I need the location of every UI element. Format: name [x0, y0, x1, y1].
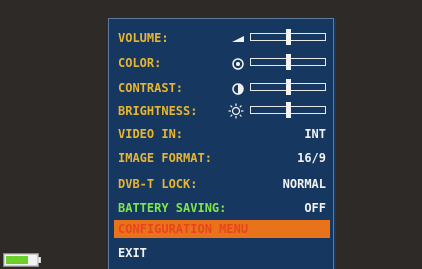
dvbt-lock-label: DVB-T LOCK: [118, 177, 198, 191]
menu-item-configuration[interactable]: CONFIGURATION MENU [114, 220, 330, 238]
volume-label: VOLUME: [118, 31, 169, 45]
battery-saving-label: BATTERY SAVING: [118, 201, 227, 215]
image-format-value: 16/9 [297, 151, 326, 165]
battery-icon [4, 254, 41, 266]
menu-item-brightness[interactable]: BRIGHTNESS: [118, 101, 330, 121]
brightness-label: BRIGHTNESS: [118, 104, 198, 118]
menu-item-video-in[interactable]: VIDEO IN: INT [118, 124, 330, 144]
battery-saving-value: OFF [304, 201, 326, 215]
menu-item-color[interactable]: COLOR: [118, 53, 330, 73]
color-circle-icon [232, 58, 244, 70]
contrast-slider-knob[interactable] [286, 79, 291, 95]
battery-level-fill [6, 256, 28, 264]
battery-chevrons-icon [8, 263, 24, 264]
battery-terminal [38, 257, 41, 263]
sun-icon [228, 103, 244, 119]
color-slider-knob[interactable] [286, 54, 291, 70]
brightness-slider[interactable] [250, 102, 326, 118]
contrast-circle-icon [232, 83, 244, 95]
video-in-value: INT [304, 127, 326, 141]
dvbt-lock-value: NORMAL [282, 177, 326, 191]
menu-item-contrast[interactable]: CONTRAST: [118, 78, 330, 98]
menu-item-battery-saving[interactable]: BATTERY SAVING: OFF [118, 198, 330, 218]
menu-item-image-format[interactable]: IMAGE FORMAT: 16/9 [118, 148, 330, 168]
image-format-label: IMAGE FORMAT: [118, 151, 212, 165]
exit-label: EXIT [118, 246, 147, 260]
menu-item-dvbt-lock[interactable]: DVB-T LOCK: NORMAL [118, 174, 330, 194]
color-label: COLOR: [118, 56, 162, 70]
menu-item-volume[interactable]: VOLUME: [118, 28, 330, 48]
menu-item-exit[interactable]: EXIT [118, 243, 330, 263]
speaker-ramp-icon [232, 36, 244, 42]
volume-slider[interactable] [250, 29, 326, 45]
contrast-slider[interactable] [250, 79, 326, 95]
video-in-label: VIDEO IN: [118, 127, 184, 141]
color-slider[interactable] [250, 54, 326, 70]
contrast-label: CONTRAST: [118, 81, 184, 95]
volume-slider-knob[interactable] [286, 29, 291, 45]
configuration-label: CONFIGURATION MENU [118, 222, 249, 236]
brightness-slider-knob[interactable] [286, 102, 291, 118]
